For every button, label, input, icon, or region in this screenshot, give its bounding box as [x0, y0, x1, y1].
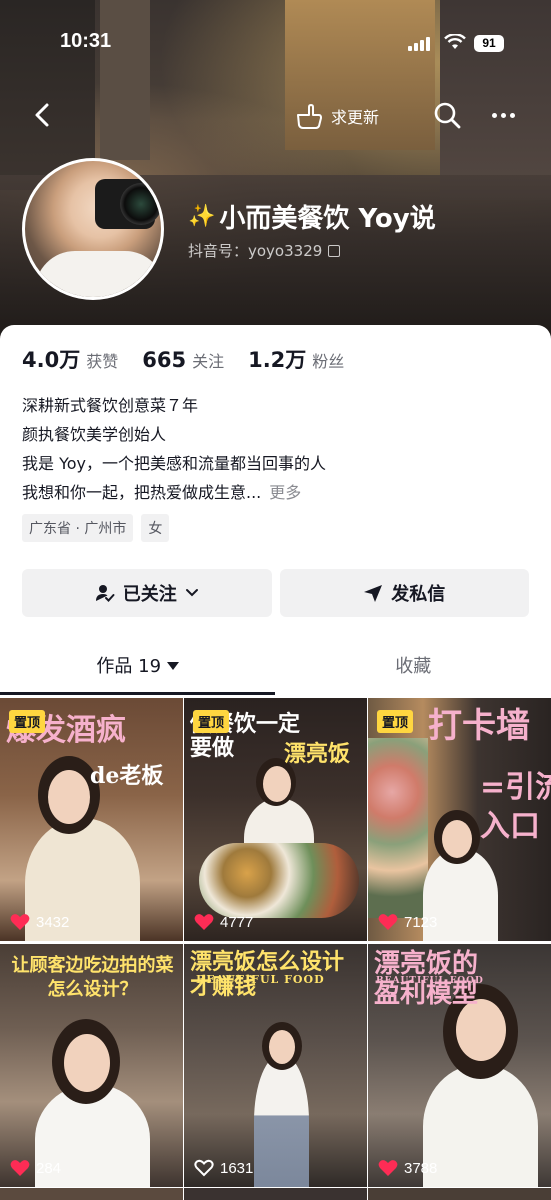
heart-icon	[194, 914, 214, 930]
profile-stats: 4.0万 获赞 665 关注 1.2万 粉丝	[22, 344, 368, 374]
stat-likes[interactable]: 4.0万 获赞	[22, 344, 118, 374]
bio-more-link[interactable]: 更多	[269, 483, 301, 502]
video-thumbnail[interactable]: 爆发酒疯 de老板 置顶 3432	[0, 698, 183, 941]
like-count-text: 7123	[404, 913, 438, 931]
video-grid: 爆发酒疯 de老板 置顶 3432 做餐饮一定 要做 漂亮饭 置顶 4777 打…	[0, 698, 551, 1187]
stat-label: 关注	[192, 352, 225, 371]
pinned-badge: 置顶	[377, 710, 414, 733]
bio-line: 我是 Yoy，一个把美感和流量都当回事的人	[22, 454, 326, 473]
back-button[interactable]	[28, 100, 58, 130]
pinned-badge: 置顶	[9, 710, 46, 733]
profile-tabs: 作品 19 收藏	[0, 647, 551, 695]
stat-number: 4.0万	[22, 348, 81, 372]
stat-number: 665	[142, 348, 187, 372]
bio: 深耕新式餐饮创意菜７年 颜执餐饮美学创始人 我是 Yoy，一个把美感和流量都当回…	[22, 391, 326, 507]
post-subtitle: 漂亮饭	[284, 741, 351, 767]
pinned-badge: 置顶	[193, 710, 230, 733]
like-count: 284	[10, 1159, 61, 1177]
heart-icon	[378, 914, 398, 930]
user-check-icon	[95, 585, 115, 602]
copy-icon[interactable]	[328, 244, 341, 257]
video-thumbnail[interactable]: 让顾客边吃边拍的菜 怎么设计？ 284	[0, 944, 183, 1187]
bio-line: 我想和你一起，把热爱做成生意...	[22, 483, 262, 502]
like-count: 3432	[10, 913, 69, 931]
like-count: 4777	[194, 913, 253, 931]
hand-point-icon	[297, 104, 322, 129]
like-count-text: 3432	[36, 913, 70, 931]
next-row-thumbnails[interactable]	[0, 1188, 551, 1200]
post-subtitle: BEAUTIFUL FOOD	[376, 976, 484, 986]
sparkle-icon: ✨	[188, 204, 216, 229]
gender-tag: 女	[141, 514, 170, 542]
request-update-button[interactable]: 求更新	[295, 100, 379, 132]
tab-favorites[interactable]: 收藏	[276, 647, 551, 695]
heart-icon	[10, 1160, 30, 1176]
like-count-text: 284	[36, 1159, 62, 1177]
heart-icon	[378, 1160, 398, 1176]
status-bar: 10:31 91	[0, 0, 551, 90]
post-title: 让顾客边吃边拍的菜 怎么设计？	[11, 955, 174, 1001]
search-icon[interactable]	[432, 100, 462, 130]
followed-button[interactable]: 已关注	[22, 569, 272, 617]
video-thumbnail[interactable]: 做餐饮一定 要做 漂亮饭 置顶 4777	[184, 698, 367, 941]
profile-name: ✨ 小而美餐饮 Yoy说	[188, 198, 436, 235]
like-count-text: 4777	[220, 913, 254, 931]
video-thumbnail[interactable]: 打卡墙 =引流 入口 置顶 7123	[368, 698, 551, 941]
douyin-id-text: 抖音号：yoyo3329	[188, 242, 323, 260]
like-count-text: 1631	[220, 1159, 254, 1177]
video-thumbnail[interactable]: 漂亮饭的 盈利模型 BEAUTIFUL FOOD 3788	[368, 944, 551, 1187]
profile-tags: 广东省 · 广州市 女	[22, 514, 170, 542]
more-options-icon[interactable]	[492, 103, 522, 127]
like-count: 7123	[378, 913, 437, 931]
like-count: 1631	[194, 1159, 253, 1177]
send-message-button[interactable]: 发私信	[279, 569, 529, 617]
tab-favorites-label: 收藏	[395, 656, 432, 677]
post-subtitle: =引流 入口	[480, 770, 551, 844]
post-subtitle: de老板	[90, 763, 164, 789]
battery-icon: 91	[474, 35, 504, 52]
tab-active-indicator	[0, 692, 275, 695]
status-time: 10:31	[60, 30, 112, 52]
heart-icon	[10, 914, 30, 930]
post-title: 打卡墙	[428, 706, 530, 746]
stat-following[interactable]: 665 关注	[142, 348, 224, 372]
chevron-down-icon	[185, 589, 198, 597]
signal-icon	[408, 37, 430, 51]
profile-actions: 已关注 发私信	[22, 569, 529, 617]
like-count: 3788	[378, 1159, 437, 1177]
send-message-label: 发私信	[391, 584, 446, 605]
post-subtitle: BEAUTIFUL FOOD	[196, 973, 325, 986]
caret-down-icon	[167, 662, 180, 670]
followed-label: 已关注	[122, 584, 177, 605]
location-tag: 广东省 · 广州市	[22, 514, 134, 542]
send-icon	[364, 585, 383, 602]
stat-label: 粉丝	[312, 352, 345, 371]
stat-followers[interactable]: 1.2万 粉丝	[248, 344, 344, 374]
bio-line: 颜执餐饮美学创始人	[22, 425, 167, 444]
tab-works-label: 作品 19	[96, 656, 162, 677]
profile-name-text: 小而美餐饮 Yoy说	[219, 204, 436, 234]
wifi-icon	[444, 34, 466, 49]
douyin-id[interactable]: 抖音号：yoyo3329	[188, 240, 341, 261]
heart-outline-icon	[194, 1159, 214, 1177]
stat-label: 获赞	[86, 352, 119, 371]
video-thumbnail[interactable]: 漂亮饭怎么设计 才赚钱 BEAUTIFUL FOOD 1631	[184, 944, 367, 1187]
bio-line: 深耕新式餐饮创意菜７年	[22, 396, 199, 415]
request-update-label: 求更新	[331, 108, 380, 127]
like-count-text: 3788	[404, 1159, 438, 1177]
avatar[interactable]	[22, 158, 164, 300]
tab-works[interactable]: 作品 19	[0, 647, 276, 695]
stat-number: 1.2万	[248, 348, 307, 372]
